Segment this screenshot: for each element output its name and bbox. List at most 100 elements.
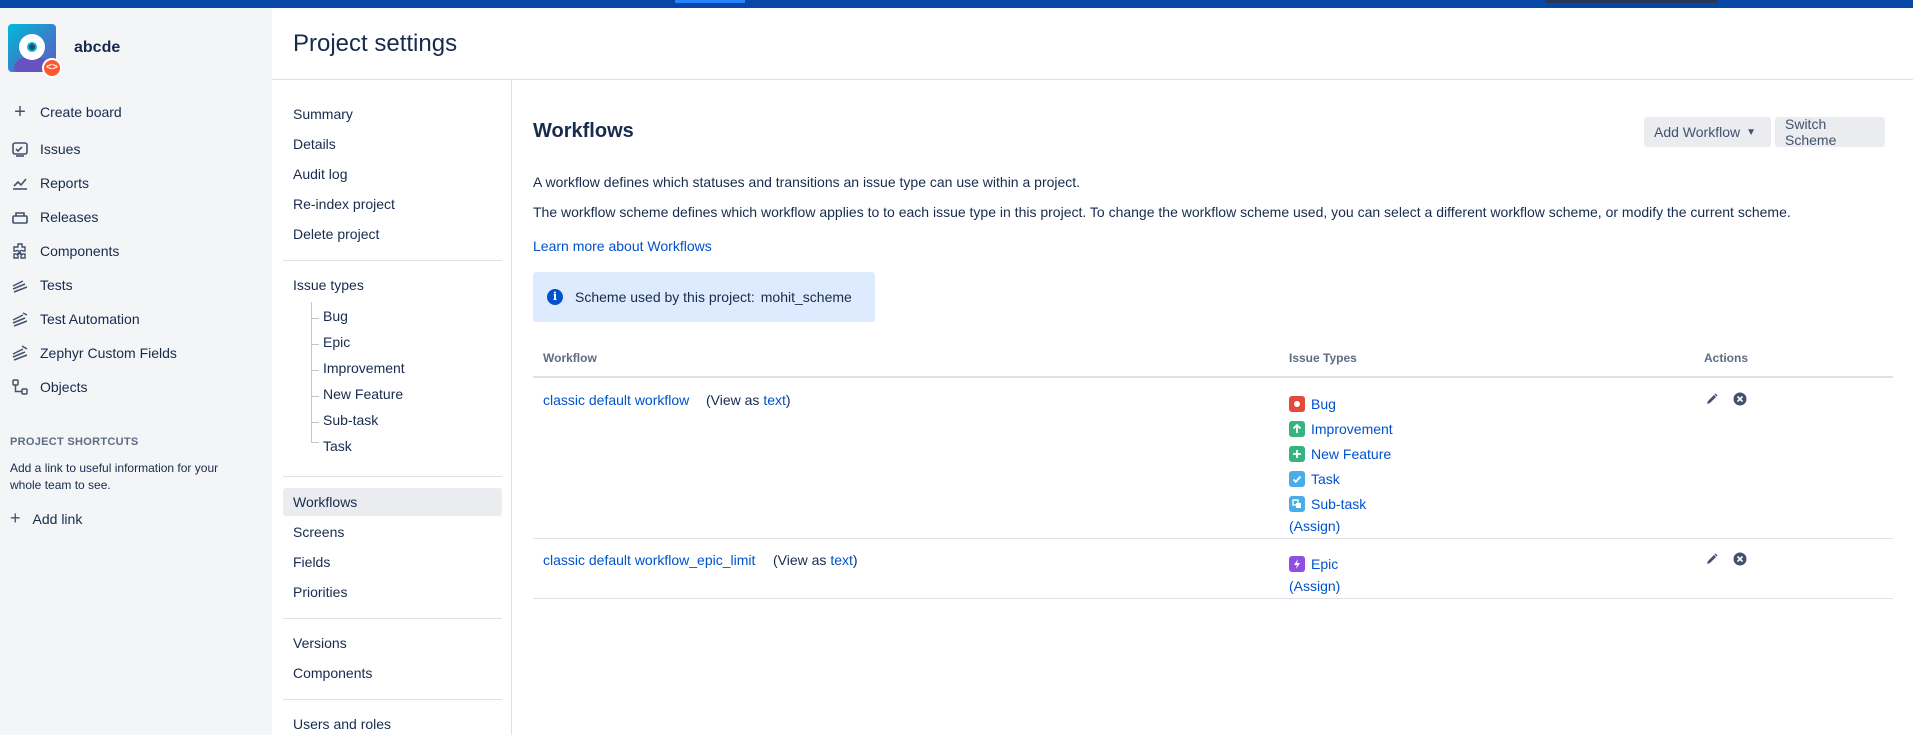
sidebar-item-releases[interactable]: Releases <box>0 200 272 234</box>
task-icon <box>1289 470 1305 487</box>
column-header-issue-types: Issue Types <box>1289 351 1357 365</box>
add-link-label: Add link <box>32 510 83 527</box>
sidebar-item-objects[interactable]: Objects <box>0 370 272 404</box>
sidebar-item-label: Test Automation <box>40 311 140 327</box>
zephyr-custom-fields-icon <box>10 343 30 363</box>
settings-nav-issue-type-epic[interactable]: Epic <box>323 334 350 350</box>
add-link-button[interactable]: + Add link <box>10 508 82 529</box>
view-as-text: (View as text) <box>706 392 791 408</box>
releases-icon <box>10 207 30 227</box>
settings-nav-issue-type-task[interactable]: Task <box>323 438 352 454</box>
settings-nav-versions[interactable]: Versions <box>293 635 347 651</box>
edit-pencil-icon[interactable] <box>1705 552 1719 566</box>
chevron-down-icon: ▼ <box>1746 126 1757 138</box>
delete-icon[interactable] <box>1733 392 1747 406</box>
edit-pencil-icon[interactable] <box>1705 392 1719 406</box>
issue-type-item: Bug <box>1289 391 1393 416</box>
issue-type-link[interactable]: Sub-task <box>1311 496 1366 512</box>
view-as-text-link[interactable]: text <box>830 552 853 568</box>
info-icon: i <box>547 289 563 305</box>
workflow-name-link[interactable]: classic default workflow <box>543 392 689 408</box>
issue-type-item: Task <box>1289 466 1393 491</box>
settings-nav-delete-project[interactable]: Delete project <box>293 226 379 242</box>
issue-types-list: Epic (Assign) <box>1289 551 1340 596</box>
project-header[interactable]: <> abcde <box>8 24 121 78</box>
switch-scheme-button[interactable]: Switch Scheme <box>1775 116 1885 148</box>
project-shortcuts-heading: PROJECT SHORTCUTS <box>10 436 139 448</box>
new-feature-icon <box>1289 445 1305 462</box>
settings-nav-issue-type-new-feature[interactable]: New Feature <box>323 386 403 402</box>
settings-nav-reindex-project[interactable]: Re-index project <box>293 196 395 212</box>
settings-nav-issue-types[interactable]: Issue types <box>293 277 364 293</box>
issue-type-link[interactable]: Bug <box>1311 396 1336 412</box>
issue-types-tree-line <box>311 302 312 442</box>
row-divider <box>533 538 1893 539</box>
view-as-text: (View as text) <box>773 552 858 568</box>
issue-types-list: Bug Improvement New Feature Task Sub-tas… <box>1289 391 1393 536</box>
row-actions <box>1705 392 1747 406</box>
settings-navigation: Summary Details Audit log Re-index proje… <box>272 80 512 735</box>
sidebar-item-test-automation[interactable]: Test Automation <box>0 302 272 336</box>
project-navigation: + Create board Issues Reports Releases C… <box>0 98 272 404</box>
sidebar-item-label: Zephyr Custom Fields <box>40 345 177 361</box>
issue-type-link[interactable]: New Feature <box>1311 446 1391 462</box>
settings-nav-divider <box>283 699 502 700</box>
sidebar-item-label: Components <box>40 243 120 259</box>
issue-type-item: Sub-task <box>1289 491 1393 516</box>
settings-nav-users-and-roles[interactable]: Users and roles <box>293 716 391 732</box>
scheme-label: Scheme used by this project: <box>575 289 755 305</box>
epic-icon <box>1289 555 1305 572</box>
workflow-name-link[interactable]: classic default workflow_epic_limit <box>543 552 755 568</box>
settings-nav-screens[interactable]: Screens <box>293 524 344 540</box>
settings-nav-components[interactable]: Components <box>293 665 372 681</box>
top-navigation-bar <box>0 0 1913 8</box>
plus-icon: + <box>14 100 26 123</box>
issue-type-item: Epic <box>1289 551 1340 576</box>
settings-nav-summary[interactable]: Summary <box>293 106 353 122</box>
column-header-actions: Actions <box>1704 351 1749 365</box>
workflow-description: A workflow defines which statuses and tr… <box>533 174 1081 190</box>
column-header-workflow: Workflow <box>543 351 597 365</box>
row-actions <box>1705 552 1747 566</box>
sidebar-item-label: Releases <box>40 209 99 225</box>
settings-nav-priorities[interactable]: Priorities <box>293 584 347 600</box>
settings-nav-issue-type-sub-task[interactable]: Sub-task <box>323 412 378 428</box>
page-title: Project settings <box>293 30 458 57</box>
sidebar-item-tests[interactable]: Tests <box>0 268 272 302</box>
top-bar-search[interactable] <box>1545 0 1717 3</box>
settings-nav-fields[interactable]: Fields <box>293 554 330 570</box>
sidebar-item-reports[interactable]: Reports <box>0 166 272 200</box>
add-workflow-label: Add Workflow <box>1654 124 1741 140</box>
sidebar-item-components[interactable]: Components <box>0 234 272 268</box>
bug-icon <box>1289 395 1305 412</box>
code-badge-icon: <> <box>42 58 62 78</box>
settings-nav-audit-log[interactable]: Audit log <box>293 166 347 182</box>
issue-type-link[interactable]: Epic <box>1311 556 1338 572</box>
settings-nav-issue-type-improvement[interactable]: Improvement <box>323 360 405 376</box>
issue-type-link[interactable]: Task <box>1311 471 1340 487</box>
table-header-divider <box>533 376 1893 378</box>
components-icon <box>10 241 30 261</box>
create-board-button[interactable]: + Create board <box>0 92 272 132</box>
scheme-name: mohit_scheme <box>760 289 852 305</box>
settings-nav-details[interactable]: Details <box>293 136 336 152</box>
settings-nav-workflows[interactable]: Workflows <box>293 494 357 510</box>
sidebar-item-zephyr-custom-fields[interactable]: Zephyr Custom Fields <box>0 336 272 370</box>
create-board-label: Create board <box>40 104 122 120</box>
issue-type-link[interactable]: Improvement <box>1311 421 1393 437</box>
workflow-scheme-description: The workflow scheme defines which workfl… <box>533 204 1791 220</box>
sidebar-item-label: Objects <box>40 379 88 395</box>
assign-link[interactable]: (Assign) <box>1289 578 1340 594</box>
sidebar-item-label: Tests <box>40 277 73 293</box>
top-bar-active-indicator <box>675 0 745 3</box>
assign-link[interactable]: (Assign) <box>1289 518 1340 534</box>
issue-type-item: Improvement <box>1289 416 1393 441</box>
delete-icon[interactable] <box>1733 552 1747 566</box>
learn-more-link[interactable]: Learn more about Workflows <box>533 238 712 254</box>
view-as-text-link[interactable]: text <box>763 392 786 408</box>
project-sidebar: <> abcde + Create board Issues Reports R… <box>0 8 272 735</box>
project-name: abcde <box>74 39 121 56</box>
sidebar-item-issues[interactable]: Issues <box>0 132 272 166</box>
settings-nav-issue-type-bug[interactable]: Bug <box>323 308 348 324</box>
add-workflow-button[interactable]: Add Workflow ▼ <box>1644 117 1771 147</box>
